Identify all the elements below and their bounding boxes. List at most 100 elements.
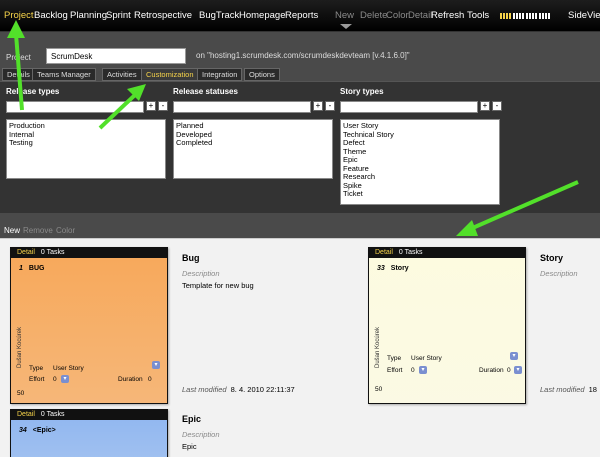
list-item[interactable]: Technical Story [343, 130, 497, 140]
last-modified-value: 8. 4. 2010 22:11:37 [230, 385, 295, 394]
card-header: Detail 0 Tasks [11, 248, 167, 258]
tab-options[interactable]: Options [244, 68, 280, 81]
menu-bugtrack[interactable]: BugTrack [199, 10, 239, 21]
detail-button[interactable]: Detail [408, 10, 432, 21]
tab-activities[interactable]: Activities [102, 68, 142, 81]
bug-description-value[interactable]: Template for new bug [182, 281, 254, 290]
delete-button[interactable]: Delete [360, 10, 387, 21]
new-button[interactable]: New [335, 10, 354, 21]
duration-dropdown-icon[interactable]: ▾ [514, 366, 522, 374]
card-type-value[interactable]: User Story [411, 355, 442, 362]
add-release-type-button[interactable]: + [146, 101, 156, 111]
effort-dropdown-icon[interactable]: ▾ [61, 375, 69, 383]
bug-template-card[interactable]: Detail 0 Tasks 1 BUG Dušan Kocúrek Type Us… [10, 247, 168, 404]
card-tasks-count[interactable]: 0 Tasks [41, 249, 65, 256]
menu-retrospective[interactable]: Retrospective [134, 10, 192, 21]
card-title-text: Story [390, 265, 409, 272]
story-types-list[interactable]: User Story Technical Story Defect Theme … [340, 119, 500, 205]
card-detail-link[interactable]: Detail [17, 411, 35, 418]
list-item[interactable]: Theme [343, 147, 497, 157]
card-author: Dušan Kocúrek [17, 326, 23, 368]
list-item[interactable]: Testing [9, 138, 163, 148]
card-effort-label: Effort [29, 376, 45, 383]
remove-release-type-button[interactable]: - [158, 101, 168, 111]
card-duration-value[interactable]: 0 [507, 367, 511, 374]
menu-sprint[interactable]: Sprint [106, 10, 131, 21]
menu-backlog[interactable]: Backlog [34, 10, 68, 21]
menu-reports[interactable]: Reports [285, 10, 318, 21]
card-tasks-count[interactable]: 0 Tasks [41, 411, 65, 418]
card-header: Detail 0 Tasks [369, 248, 525, 258]
epic-template-card[interactable]: Detail 0 Tasks 34 <Epic> [10, 409, 168, 457]
refresh-button[interactable]: Refresh [431, 10, 464, 21]
view-table-icon[interactable] [539, 13, 550, 19]
list-item[interactable]: Research [343, 172, 497, 182]
add-story-type-button[interactable]: + [480, 101, 490, 111]
story-types-section: Story types + - User Story Technical Sto… [340, 87, 502, 205]
sideview-button[interactable]: SideView [568, 10, 600, 21]
card-duration-label: Duration [118, 376, 143, 383]
color-card-button[interactable]: Color [56, 226, 75, 235]
new-dropdown-icon[interactable] [340, 24, 352, 29]
project-url: on "hosting1.scrumdesk.com/scrumdeskdevt… [196, 51, 410, 60]
list-item[interactable]: Completed [176, 138, 330, 148]
color-button[interactable]: Color [386, 10, 409, 21]
release-statuses-input[interactable] [173, 101, 311, 113]
view-list-icon[interactable] [513, 13, 524, 19]
view-columns-icon[interactable] [526, 13, 537, 19]
epic-description-value[interactable]: Epic [182, 442, 197, 451]
card-points: 50 [375, 386, 383, 393]
remove-release-status-button[interactable]: - [325, 101, 335, 111]
list-item[interactable]: Ticket [343, 189, 497, 199]
new-card-button[interactable]: New [4, 226, 20, 235]
card-detail-link[interactable]: Detail [375, 249, 393, 256]
view-mode-icons [500, 12, 552, 19]
remove-story-type-button[interactable]: - [492, 101, 502, 111]
story-template-card[interactable]: Detail 0 Tasks 33 Story Dušan Kocúrek Type… [368, 247, 526, 404]
tab-integration[interactable]: Integration [197, 68, 243, 81]
card-header: Detail 0 Tasks [11, 410, 167, 420]
remove-card-button[interactable]: Remove [23, 226, 53, 235]
view-grid-icon[interactable] [500, 13, 511, 19]
main-menu-bar: Project Backlog Planning Sprint Retrospe… [0, 0, 600, 32]
card-title-text: BUG [28, 265, 45, 272]
release-types-list[interactable]: Production Internal Testing [6, 119, 166, 179]
epic-description-label: Description [182, 430, 220, 439]
story-types-input[interactable] [340, 101, 478, 113]
tools-menu[interactable]: Tools [467, 10, 489, 21]
tab-teams-manager[interactable]: Teams Manager [32, 68, 96, 81]
project-name-field[interactable]: ScrumDesk [46, 48, 186, 64]
list-item[interactable]: Spike [343, 181, 497, 191]
card-id: 1 [19, 265, 23, 272]
list-item[interactable]: Defect [343, 138, 497, 148]
project-label: Project [6, 53, 31, 62]
release-statuses-list[interactable]: Planned Developed Completed [173, 119, 333, 179]
type-dropdown-icon[interactable]: ▾ [510, 352, 518, 360]
release-types-input[interactable] [6, 101, 144, 113]
card-type-label: Type [29, 365, 44, 372]
card-id: 33 [377, 265, 385, 272]
menu-project[interactable]: Project [4, 10, 34, 21]
tab-customization[interactable]: Customization [141, 68, 199, 81]
tab-details[interactable]: Details [2, 68, 35, 81]
effort-dropdown-icon[interactable]: ▾ [419, 366, 427, 374]
card-tasks-count[interactable]: 0 Tasks [399, 249, 423, 256]
card-duration-value[interactable]: 0 [148, 376, 152, 383]
card-title[interactable]: 34 <Epic> [19, 427, 56, 434]
card-effort-label: Effort [387, 367, 403, 374]
card-title[interactable]: 1 BUG [19, 265, 44, 272]
card-detail-link[interactable]: Detail [17, 249, 35, 256]
customization-panel: Release types + - Production Internal Te… [0, 81, 600, 213]
add-release-status-button[interactable]: + [313, 101, 323, 111]
menu-planning[interactable]: Planning [70, 10, 107, 21]
card-effort-value[interactable]: 0 [53, 376, 57, 383]
menu-homepage[interactable]: Homepage [239, 10, 285, 21]
epic-template-title: Epic [182, 414, 202, 424]
card-actions-row: New Remove Color [0, 224, 600, 238]
card-duration-label: Duration [479, 367, 504, 374]
card-title[interactable]: 33 Story [377, 265, 409, 272]
type-dropdown-icon[interactable]: ▾ [152, 361, 160, 369]
card-type-value[interactable]: User Story [53, 365, 84, 372]
card-effort-value[interactable]: 0 [411, 367, 415, 374]
story-types-title: Story types [340, 87, 384, 96]
